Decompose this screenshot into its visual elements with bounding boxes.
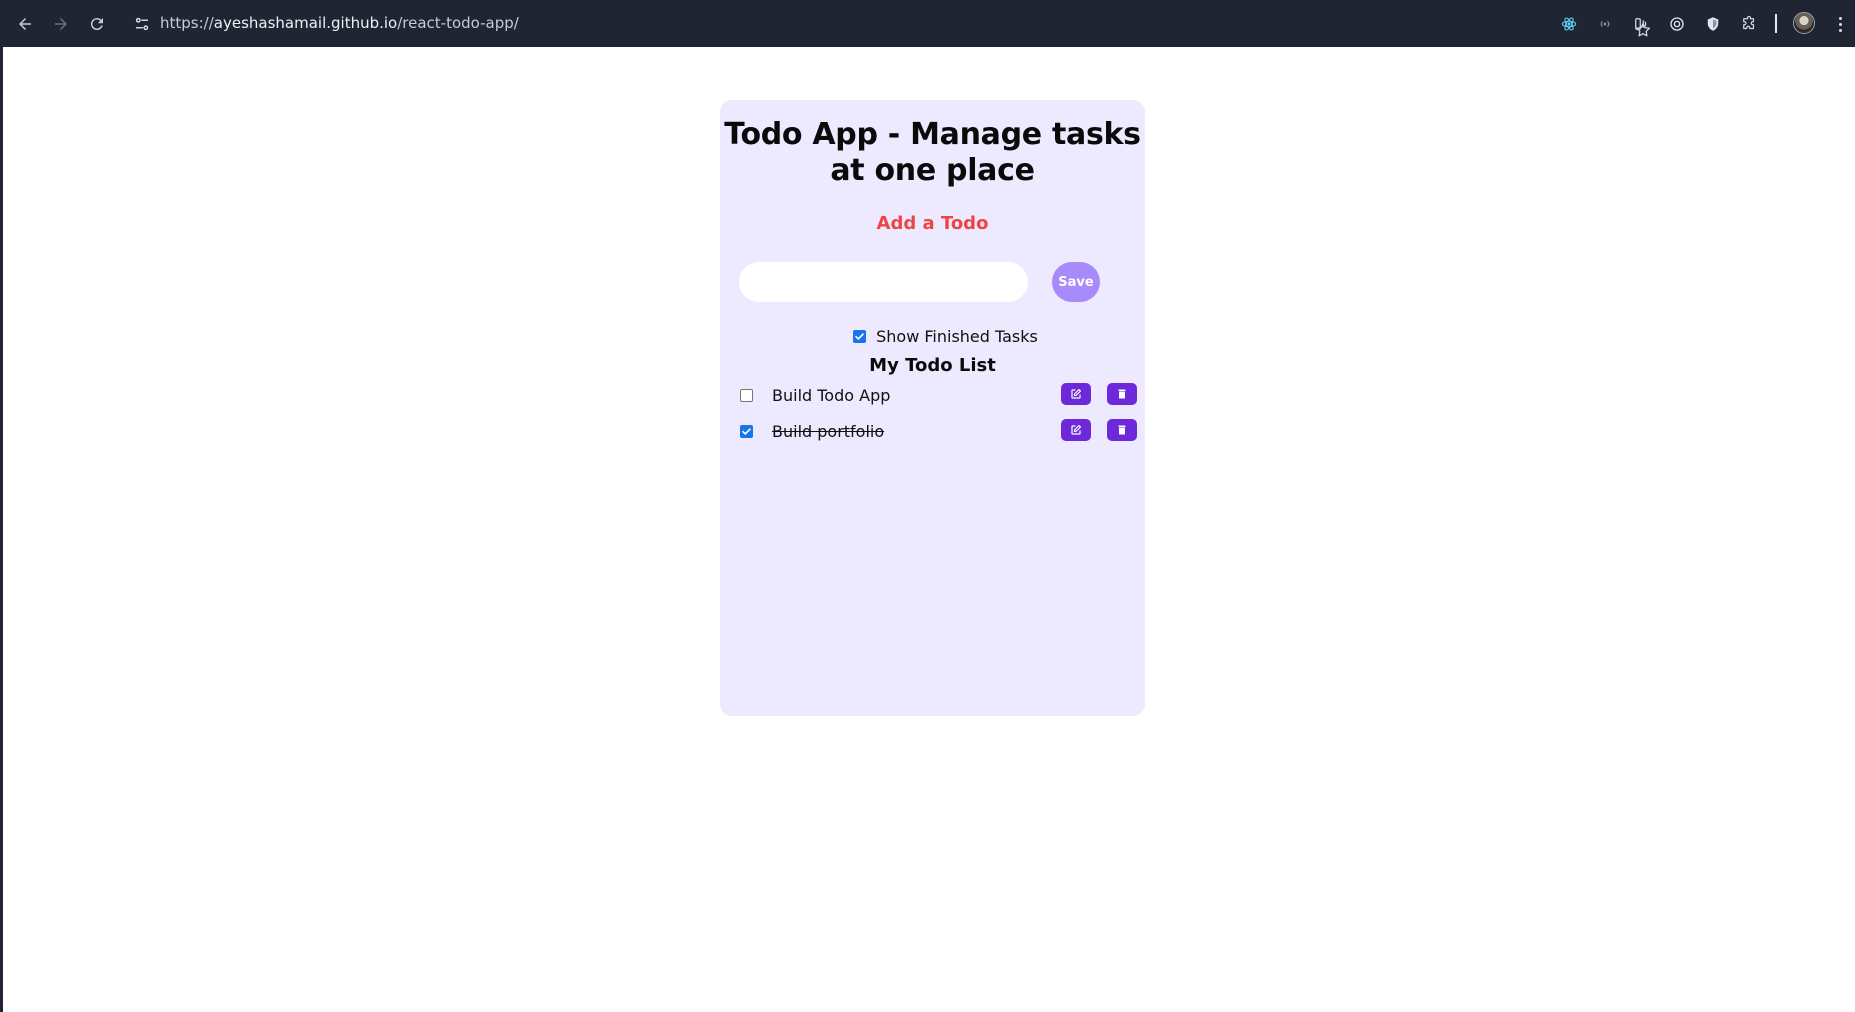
toolbar-divider: [1775, 14, 1777, 33]
todo-input[interactable]: [739, 262, 1028, 302]
app-title: Todo App - Manage tasks at one place: [724, 117, 1141, 188]
add-todo-heading: Add a Todo: [876, 213, 989, 234]
react-devtools-icon[interactable]: [1557, 12, 1581, 36]
reload-icon[interactable]: [84, 11, 110, 37]
todo-text: Build portfolio: [772, 421, 885, 441]
edit-button[interactable]: [1061, 383, 1091, 405]
delete-button[interactable]: [1107, 383, 1137, 405]
todo-text: Build Todo App: [772, 385, 891, 405]
todo-item: Build portfolio: [740, 419, 1137, 443]
address-bar[interactable]: https://ayeshashamail.github.io/react-to…: [124, 7, 1651, 40]
url-path: /react-todo-app/: [397, 14, 519, 32]
puzzle-icon[interactable]: [1737, 12, 1761, 36]
list-heading: My Todo List: [869, 355, 996, 376]
edit-icon: [1071, 424, 1082, 435]
todo-checkbox[interactable]: [740, 424, 753, 438]
shield-icon[interactable]: [1701, 12, 1725, 36]
show-finished-toggle: Show Finished Tasks: [720, 327, 1145, 346]
forward-arrow-icon[interactable]: [48, 11, 74, 37]
save-button[interactable]: Save: [1052, 262, 1100, 302]
url-scheme: https://: [160, 14, 214, 32]
show-finished-label: Show Finished Tasks: [876, 327, 1038, 346]
checkmark-icon: [855, 333, 864, 340]
window-border: [0, 47, 3, 1012]
url-text[interactable]: https://ayeshashamail.github.io/react-to…: [160, 15, 519, 32]
target-icon[interactable]: [1665, 12, 1689, 36]
trash-icon: [1118, 425, 1126, 435]
trash-icon: [1118, 389, 1126, 399]
url-host: ayeshashamail.github.io: [213, 14, 398, 32]
todo-checkbox[interactable]: [740, 388, 753, 402]
browser-toolbar: https://ayeshashamail.github.io/react-to…: [0, 0, 1855, 47]
show-finished-checkbox[interactable]: [853, 330, 867, 343]
edit-button[interactable]: [1061, 419, 1091, 441]
delete-button[interactable]: [1107, 419, 1137, 441]
code-extension-icon[interactable]: [1629, 12, 1653, 36]
edit-icon: [1071, 388, 1082, 399]
todo-item: Build Todo App: [740, 383, 1137, 407]
kebab-menu-icon[interactable]: [1830, 12, 1850, 36]
checkmark-icon: [742, 427, 751, 435]
back-arrow-icon[interactable]: [12, 11, 38, 37]
broadcast-extension-icon[interactable]: [1593, 12, 1617, 36]
todo-card: Todo App - Manage tasks at one place Add…: [720, 100, 1145, 716]
profile-avatar[interactable]: [1793, 12, 1815, 34]
site-settings-icon[interactable]: [130, 12, 154, 36]
